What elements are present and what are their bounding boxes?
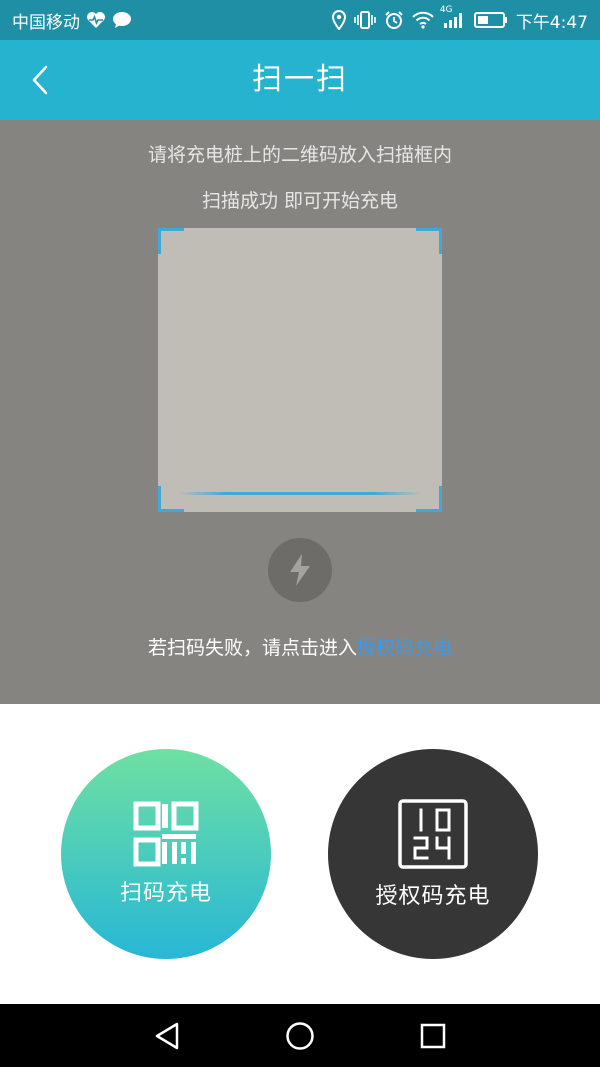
scan-fail-hint: 若扫码失败，请点击进入授权码充电	[0, 633, 600, 660]
scan-charge-button[interactable]: 扫码充电	[61, 749, 271, 959]
scan-line	[178, 492, 422, 495]
wifi-icon	[412, 11, 434, 29]
signal-icon: 4G	[440, 5, 466, 29]
system-nav-bar	[0, 1004, 600, 1067]
scan-frame-corner-bottom-right	[416, 486, 442, 512]
chat-bubble-icon	[112, 11, 132, 29]
auth-code-charge-button[interactable]: 授权码充电	[328, 749, 538, 959]
location-icon	[331, 10, 346, 30]
scan-frame-corner-top-left	[158, 228, 184, 254]
status-bar: 中国移动 4G 下午4:47	[0, 0, 600, 40]
scan-frame-corner-bottom-left	[158, 486, 184, 512]
status-time: 下午4:47	[515, 12, 588, 33]
status-left: 中国移动	[12, 8, 132, 33]
scan-frame	[158, 228, 442, 512]
nav-back-button[interactable]	[142, 1011, 192, 1061]
page-title: 扫一扫	[252, 62, 348, 97]
scan-fail-text: 若扫码失败，请点击进入	[147, 637, 357, 659]
nav-home-circle-icon	[286, 1021, 314, 1050]
vibrate-icon	[354, 10, 376, 30]
lightning-icon	[290, 554, 310, 586]
chevron-left-icon	[32, 65, 48, 95]
auth-code-charge-label: 授权码充电	[375, 884, 491, 909]
nav-recents-button[interactable]	[408, 1011, 458, 1061]
flashlight-button[interactable]	[268, 538, 332, 602]
battery-icon	[473, 11, 508, 29]
carrier-label: 中国移动	[12, 12, 80, 33]
alarm-icon	[384, 10, 404, 30]
qr-code-icon	[133, 801, 199, 867]
status-right: 4G 下午4:47	[331, 5, 588, 33]
scan-hint-line1: 请将充电桩上的二维码放入扫描框内	[147, 144, 452, 166]
heart-rate-icon	[86, 11, 106, 29]
network-label: 4G	[439, 5, 453, 15]
scan-frame-corner-top-right	[416, 228, 442, 254]
scan-hint-line2: 扫描成功 即可开始充电	[201, 190, 399, 212]
digits-code-icon	[398, 799, 468, 869]
auth-code-link[interactable]: 授权码充电	[357, 637, 452, 659]
scan-charge-label: 扫码充电	[119, 881, 212, 906]
back-button[interactable]	[20, 60, 60, 100]
title-bar: 扫一扫	[0, 40, 600, 120]
scanner-viewport: 请将充电桩上的二维码放入扫描框内 扫描成功 即可开始充电 若扫码失败，请点击进入…	[0, 120, 600, 704]
nav-recents-square-icon	[421, 1023, 446, 1048]
charge-mode-panel: 扫码充电 授权码充电	[0, 704, 600, 1004]
nav-home-button[interactable]	[275, 1011, 325, 1061]
nav-back-triangle-icon	[155, 1022, 178, 1049]
